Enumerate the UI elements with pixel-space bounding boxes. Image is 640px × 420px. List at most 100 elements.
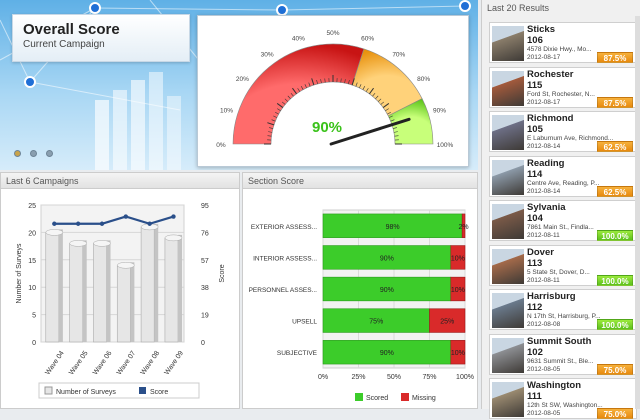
result-score-badge: 100.0% — [597, 275, 633, 286]
legend-swatch-surveys — [45, 387, 52, 394]
gauge-band-red — [233, 44, 364, 144]
results-scrollbar[interactable] — [635, 16, 640, 409]
missing-value-label: 2% — [459, 224, 469, 231]
y2-tick-label: 0 — [201, 340, 205, 347]
survey-bar-top — [93, 240, 110, 246]
y-tick-label: 0 — [32, 340, 36, 347]
missing-value-label: 10% — [451, 350, 465, 357]
category-label: EXTERIOR ASSESS... — [251, 224, 317, 231]
gauge-tick-label: 80% — [417, 76, 430, 83]
survey-bar-top — [165, 235, 182, 241]
result-date: 2012-08-05 — [527, 410, 560, 417]
legend-label-missing: Missing — [412, 395, 436, 402]
result-item[interactable]: Sticks1064578 Dixie Hwy., Mo...2012-08-1… — [489, 22, 637, 63]
legend-label-scored: Scored — [366, 395, 388, 402]
section-score-panel: Section Score 0%25%50%75%100%98%2%EXTERI… — [242, 172, 478, 409]
result-thumbnail — [492, 249, 524, 284]
carousel-dot[interactable] — [46, 150, 53, 157]
category-label: UPSELL — [292, 319, 317, 326]
x-tick-label: Wave 05 — [68, 350, 89, 377]
gauge-tick-label: 70% — [392, 51, 405, 58]
page-subtitle: Current Campaign — [23, 39, 179, 50]
result-thumbnail — [492, 26, 524, 61]
survey-bar-side — [178, 235, 182, 342]
result-item[interactable]: Washington11112th St SW, Washington...20… — [489, 378, 637, 419]
result-thumbnail — [492, 382, 524, 417]
result-score-badge: 100.0% — [597, 230, 633, 241]
result-thumbnail — [492, 293, 524, 328]
result-item[interactable]: Summit South1029631 Summit St., Ble...20… — [489, 334, 637, 375]
legend-swatch-scored — [355, 393, 363, 401]
survey-bar-side — [154, 224, 158, 342]
result-thumbnail — [492, 115, 524, 150]
survey-bar — [165, 238, 178, 342]
gauge-panel: 0%10%20%30%40%50%60%70%80%90%100%90% — [197, 15, 469, 167]
survey-bar-side — [107, 240, 111, 342]
result-name: Rochester — [527, 69, 573, 80]
result-score-badge: 75.0% — [597, 408, 633, 419]
carousel-dot[interactable] — [30, 150, 37, 157]
campaigns-panel: Last 6 Campaigns 252015105095765738190Nu… — [0, 172, 240, 409]
result-thumbnail — [492, 160, 524, 195]
result-item[interactable]: Richmond105E Laburnum Ave, Richmond...20… — [489, 111, 637, 152]
result-score: 105 — [527, 124, 543, 135]
x-tick-label: 25% — [351, 374, 365, 381]
result-item[interactable]: Sylvania1047861 Main St., Findla...2012-… — [489, 200, 637, 241]
x-tick-label: Wave 06 — [92, 350, 113, 377]
result-date: 2012-08-14 — [527, 188, 560, 195]
category-label: SUBJECTIVE — [277, 350, 318, 357]
result-score: 115 — [527, 80, 542, 91]
carousel-dot[interactable] — [14, 150, 21, 157]
y2-tick-label: 76 — [201, 230, 209, 237]
gauge-tick-label: 40% — [292, 35, 305, 42]
survey-bar — [117, 265, 130, 342]
results-panel-title: Last 20 Results — [482, 0, 640, 16]
survey-bar-top — [117, 262, 134, 268]
legend-swatch-score — [139, 387, 146, 394]
score-point — [100, 222, 104, 226]
gauge-value-label: 90% — [312, 119, 342, 136]
result-thumbnail — [492, 71, 524, 106]
result-score-badge: 100.0% — [597, 319, 633, 330]
result-item[interactable]: Dover1135 State St, Dover, D...2012-08-1… — [489, 245, 637, 286]
result-score-badge: 62.5% — [597, 186, 633, 197]
result-name: Harrisburg — [527, 291, 576, 302]
page-title: Overall Score — [23, 21, 179, 38]
result-date: 2012-08-11 — [527, 232, 560, 239]
result-date: 2012-08-14 — [527, 143, 560, 150]
results-panel: Last 20 Results Sticks1064578 Dixie Hwy.… — [481, 0, 640, 409]
result-name: Washington — [527, 380, 581, 391]
section-score-chart: 0%25%50%75%100%98%2%EXTERIOR ASSESS...90… — [243, 190, 477, 409]
gauge-tick-label: 100% — [437, 142, 454, 149]
x-tick-label: 50% — [387, 374, 401, 381]
survey-bar — [93, 243, 106, 342]
scored-value-label: 90% — [380, 350, 394, 357]
result-item[interactable]: Harrisburg112N 17th St, Harrisburg, P...… — [489, 289, 637, 330]
result-date: 2012-08-11 — [527, 277, 560, 284]
result-score: 106 — [527, 35, 543, 46]
campaigns-panel-title: Last 6 Campaigns — [1, 173, 239, 189]
survey-bar-side — [83, 240, 87, 342]
survey-bar-top — [46, 229, 63, 235]
result-item[interactable]: Rochester115Ford St, Rochester, N...2012… — [489, 67, 637, 108]
scored-value-label: 90% — [380, 255, 394, 262]
result-score-badge: 62.5% — [597, 141, 633, 152]
carousel-dots[interactable] — [14, 149, 62, 160]
result-thumbnail — [492, 204, 524, 239]
score-point — [171, 214, 175, 218]
result-score: 112 — [527, 302, 542, 313]
result-name: Summit South — [527, 336, 591, 347]
result-name: Sticks — [527, 24, 555, 35]
section-panel-title: Section Score — [243, 173, 477, 189]
x-tick-label: 100% — [456, 374, 474, 381]
gauge-tick-label: 50% — [326, 30, 339, 37]
score-point — [124, 214, 128, 218]
result-item[interactable]: Reading114Centre Ave, Reading, P...2012-… — [489, 156, 637, 197]
survey-bar — [141, 227, 154, 342]
scored-value-label: 90% — [380, 287, 394, 294]
result-date: 2012-08-05 — [527, 366, 560, 373]
result-score-badge: 87.5% — [597, 52, 633, 63]
y-tick-label: 20 — [28, 230, 36, 237]
x-tick-label: Wave 04 — [44, 350, 65, 377]
result-name: Sylvania — [527, 202, 566, 213]
